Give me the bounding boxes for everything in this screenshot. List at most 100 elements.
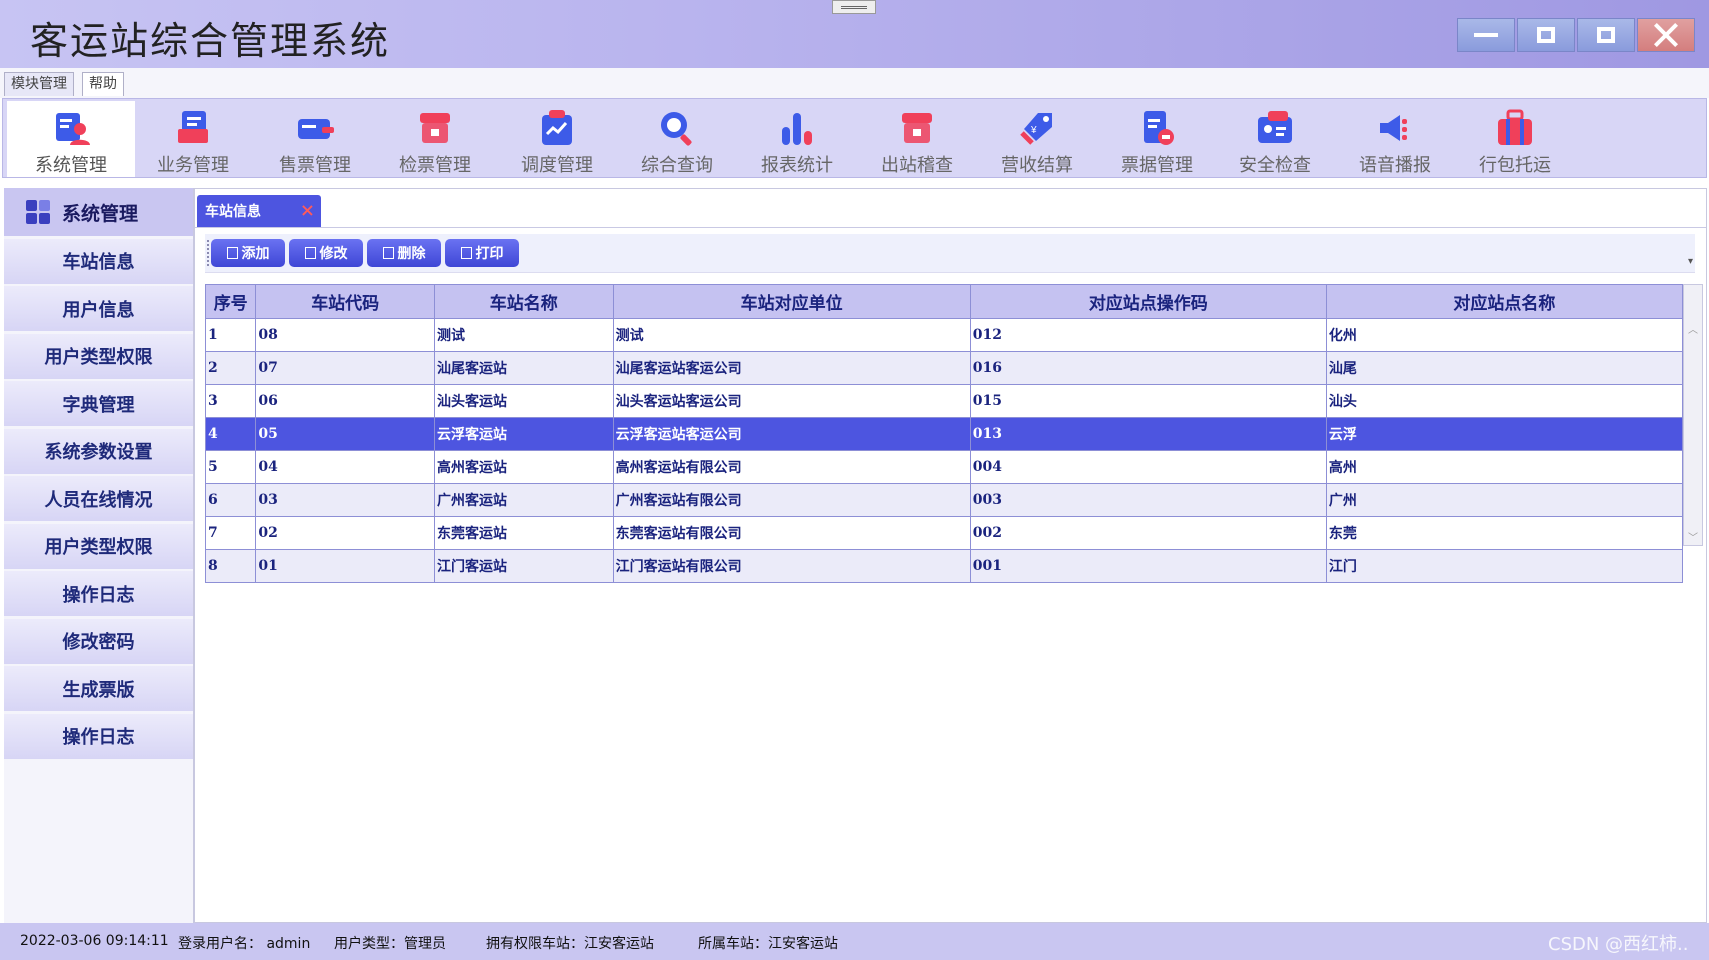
table-cell[interactable]: 测试 bbox=[433, 318, 614, 352]
table-cell[interactable]: 05 bbox=[255, 417, 435, 451]
sidebar-item-5[interactable]: 系统参数设置 bbox=[4, 428, 193, 474]
table-cell[interactable]: 001 bbox=[969, 549, 1327, 583]
table-cell[interactable]: 广州 bbox=[1325, 483, 1684, 517]
table-cell[interactable]: 8 bbox=[204, 549, 257, 583]
add-button[interactable]: 添加 bbox=[211, 239, 285, 267]
sidebar-item-8[interactable]: 操作日志 bbox=[4, 571, 193, 616]
table-cell[interactable]: 003 bbox=[969, 483, 1327, 517]
table-cell[interactable]: 01 bbox=[255, 549, 435, 583]
table-cell[interactable]: 汕头客运站客运公司 bbox=[612, 384, 971, 418]
table-cell[interactable]: 东莞客运站有限公司 bbox=[612, 516, 971, 550]
table-row[interactable]: 4 05 云浮客运站 云浮客运站客运公司 013 云浮 bbox=[204, 417, 1684, 451]
table-cell[interactable]: 汕头 bbox=[1325, 384, 1684, 418]
ribbon-item-9[interactable]: ¥ 营收结算 bbox=[973, 101, 1101, 177]
sidebar-item-3[interactable]: 用户类型权限 bbox=[4, 333, 193, 379]
table-cell[interactable]: 汕头客运站 bbox=[433, 384, 614, 418]
table-cell[interactable]: 江门 bbox=[1325, 549, 1684, 583]
ribbon-item-6[interactable]: 综合查询 bbox=[613, 101, 741, 177]
delete-button[interactable]: 删除 bbox=[367, 239, 441, 267]
print-button[interactable]: 打印 bbox=[445, 239, 519, 267]
table-cell[interactable]: 高州 bbox=[1325, 450, 1684, 484]
sidebar-item-1[interactable]: 车站信息 bbox=[4, 238, 193, 284]
column-header-3[interactable]: 车站名称 bbox=[433, 284, 614, 319]
ribbon-item-10[interactable]: 票据管理 bbox=[1093, 101, 1221, 177]
table-cell[interactable]: 016 bbox=[969, 351, 1327, 385]
table-row[interactable]: 6 03 广州客运站 广州客运站有限公司 003 广州 bbox=[204, 483, 1684, 517]
table-cell[interactable]: 4 bbox=[204, 417, 257, 451]
table-cell[interactable]: 汕尾客运站客运公司 bbox=[612, 351, 971, 385]
ribbon-item-5[interactable]: 调度管理 bbox=[493, 101, 621, 177]
table-cell[interactable]: 江门客运站有限公司 bbox=[612, 549, 971, 583]
ribbon-item-12[interactable]: 语音播报 bbox=[1331, 101, 1459, 177]
ribbon-item-4[interactable]: 检票管理 bbox=[371, 101, 499, 177]
table-row[interactable]: 8 01 江门客运站 江门客运站有限公司 001 江门 bbox=[204, 549, 1684, 583]
ribbon-item-2[interactable]: 业务管理 bbox=[129, 101, 257, 177]
sidebar-item-10[interactable]: 生成票版 bbox=[4, 666, 193, 711]
ribbon-item-1[interactable]: 系统管理 bbox=[7, 101, 135, 177]
scroll-down-icon[interactable]: ﹀ bbox=[1688, 529, 1698, 544]
drag-grip-handle[interactable] bbox=[832, 0, 876, 14]
table-cell[interactable]: 03 bbox=[255, 483, 435, 517]
close-tab-icon[interactable]: × bbox=[300, 200, 315, 221]
toolbar-grip[interactable] bbox=[207, 240, 209, 266]
menu-tab-help[interactable]: 帮助 bbox=[82, 72, 124, 96]
table-cell[interactable]: 2 bbox=[204, 351, 257, 385]
column-header-6[interactable]: 对应站点名称 bbox=[1325, 284, 1684, 319]
table-cell[interactable]: 002 bbox=[969, 516, 1327, 550]
vertical-scrollbar[interactable]: ︿ ﹀ bbox=[1683, 284, 1703, 546]
column-header-5[interactable]: 对应站点操作码 bbox=[969, 284, 1327, 319]
table-cell[interactable]: 东莞 bbox=[1325, 516, 1684, 550]
table-row[interactable]: 7 02 东莞客运站 东莞客运站有限公司 002 东莞 bbox=[204, 516, 1684, 550]
table-cell[interactable]: 02 bbox=[255, 516, 435, 550]
table-cell[interactable]: 测试 bbox=[612, 318, 971, 352]
table-cell[interactable]: 004 bbox=[969, 450, 1327, 484]
scroll-up-icon[interactable]: ︿ bbox=[1688, 321, 1698, 336]
table-cell[interactable]: 013 bbox=[969, 417, 1327, 451]
table-row[interactable]: 1 08 测试 测试 012 化州 bbox=[204, 318, 1684, 352]
sidebar-item-2[interactable]: 用户信息 bbox=[4, 286, 193, 331]
table-cell[interactable]: 云浮客运站 bbox=[433, 417, 614, 451]
column-header-4[interactable]: 车站对应单位 bbox=[612, 284, 971, 319]
edit-button[interactable]: 修改 bbox=[289, 239, 363, 267]
ribbon-item-11[interactable]: 安全检查 bbox=[1211, 101, 1339, 177]
table-cell[interactable]: 1 bbox=[204, 318, 257, 352]
table-cell[interactable]: 江门客运站 bbox=[433, 549, 614, 583]
table-cell[interactable]: 化州 bbox=[1325, 318, 1684, 352]
table-row[interactable]: 2 07 汕尾客运站 汕尾客运站客运公司 016 汕尾 bbox=[204, 351, 1684, 385]
table-cell[interactable]: 东莞客运站 bbox=[433, 516, 614, 550]
table-cell[interactable]: 3 bbox=[204, 384, 257, 418]
close-button[interactable] bbox=[1637, 18, 1695, 52]
table-cell[interactable]: 5 bbox=[204, 450, 257, 484]
maximize-button[interactable] bbox=[1577, 18, 1635, 52]
doc-tab-station-info[interactable]: 车站信息 × bbox=[197, 195, 321, 227]
ribbon-item-7[interactable]: 报表统计 bbox=[733, 101, 861, 177]
table-cell[interactable]: 06 bbox=[255, 384, 435, 418]
table-cell[interactable]: 07 bbox=[255, 351, 435, 385]
table-cell[interactable]: 云浮 bbox=[1325, 417, 1684, 451]
table-cell[interactable]: 08 bbox=[255, 318, 435, 352]
column-header-2[interactable]: 车站代码 bbox=[255, 284, 435, 319]
table-cell[interactable]: 高州客运站 bbox=[433, 450, 614, 484]
minimize-button[interactable] bbox=[1457, 18, 1515, 52]
ribbon-item-3[interactable]: 售票管理 bbox=[251, 101, 379, 177]
column-header-1[interactable]: 序号 bbox=[204, 284, 257, 319]
sidebar-item-7[interactable]: 用户类型权限 bbox=[4, 523, 193, 569]
restore-button[interactable] bbox=[1517, 18, 1575, 52]
sidebar-item-6[interactable]: 人员在线情况 bbox=[4, 476, 193, 521]
table-cell[interactable]: 6 bbox=[204, 483, 257, 517]
menu-tab-module[interactable]: 模块管理 bbox=[4, 72, 74, 96]
table-cell[interactable]: 广州客运站 bbox=[433, 483, 614, 517]
table-cell[interactable]: 汕尾 bbox=[1325, 351, 1684, 385]
table-cell[interactable]: 04 bbox=[255, 450, 435, 484]
table-cell[interactable]: 高州客运站有限公司 bbox=[612, 450, 971, 484]
table-cell[interactable]: 7 bbox=[204, 516, 257, 550]
sidebar-item-11[interactable]: 操作日志 bbox=[4, 713, 193, 759]
table-row[interactable]: 3 06 汕头客运站 汕头客运站客运公司 015 汕头 bbox=[204, 384, 1684, 418]
toolbar-overflow-icon[interactable]: ▾ bbox=[1688, 256, 1693, 267]
table-cell[interactable]: 广州客运站有限公司 bbox=[612, 483, 971, 517]
table-row[interactable]: 5 04 高州客运站 高州客运站有限公司 004 高州 bbox=[204, 450, 1684, 484]
sidebar-item-4[interactable]: 字典管理 bbox=[4, 381, 193, 426]
table-cell[interactable]: 汕尾客运站 bbox=[433, 351, 614, 385]
ribbon-item-8[interactable]: 出站稽查 bbox=[853, 101, 981, 177]
table-cell[interactable]: 012 bbox=[969, 318, 1327, 352]
